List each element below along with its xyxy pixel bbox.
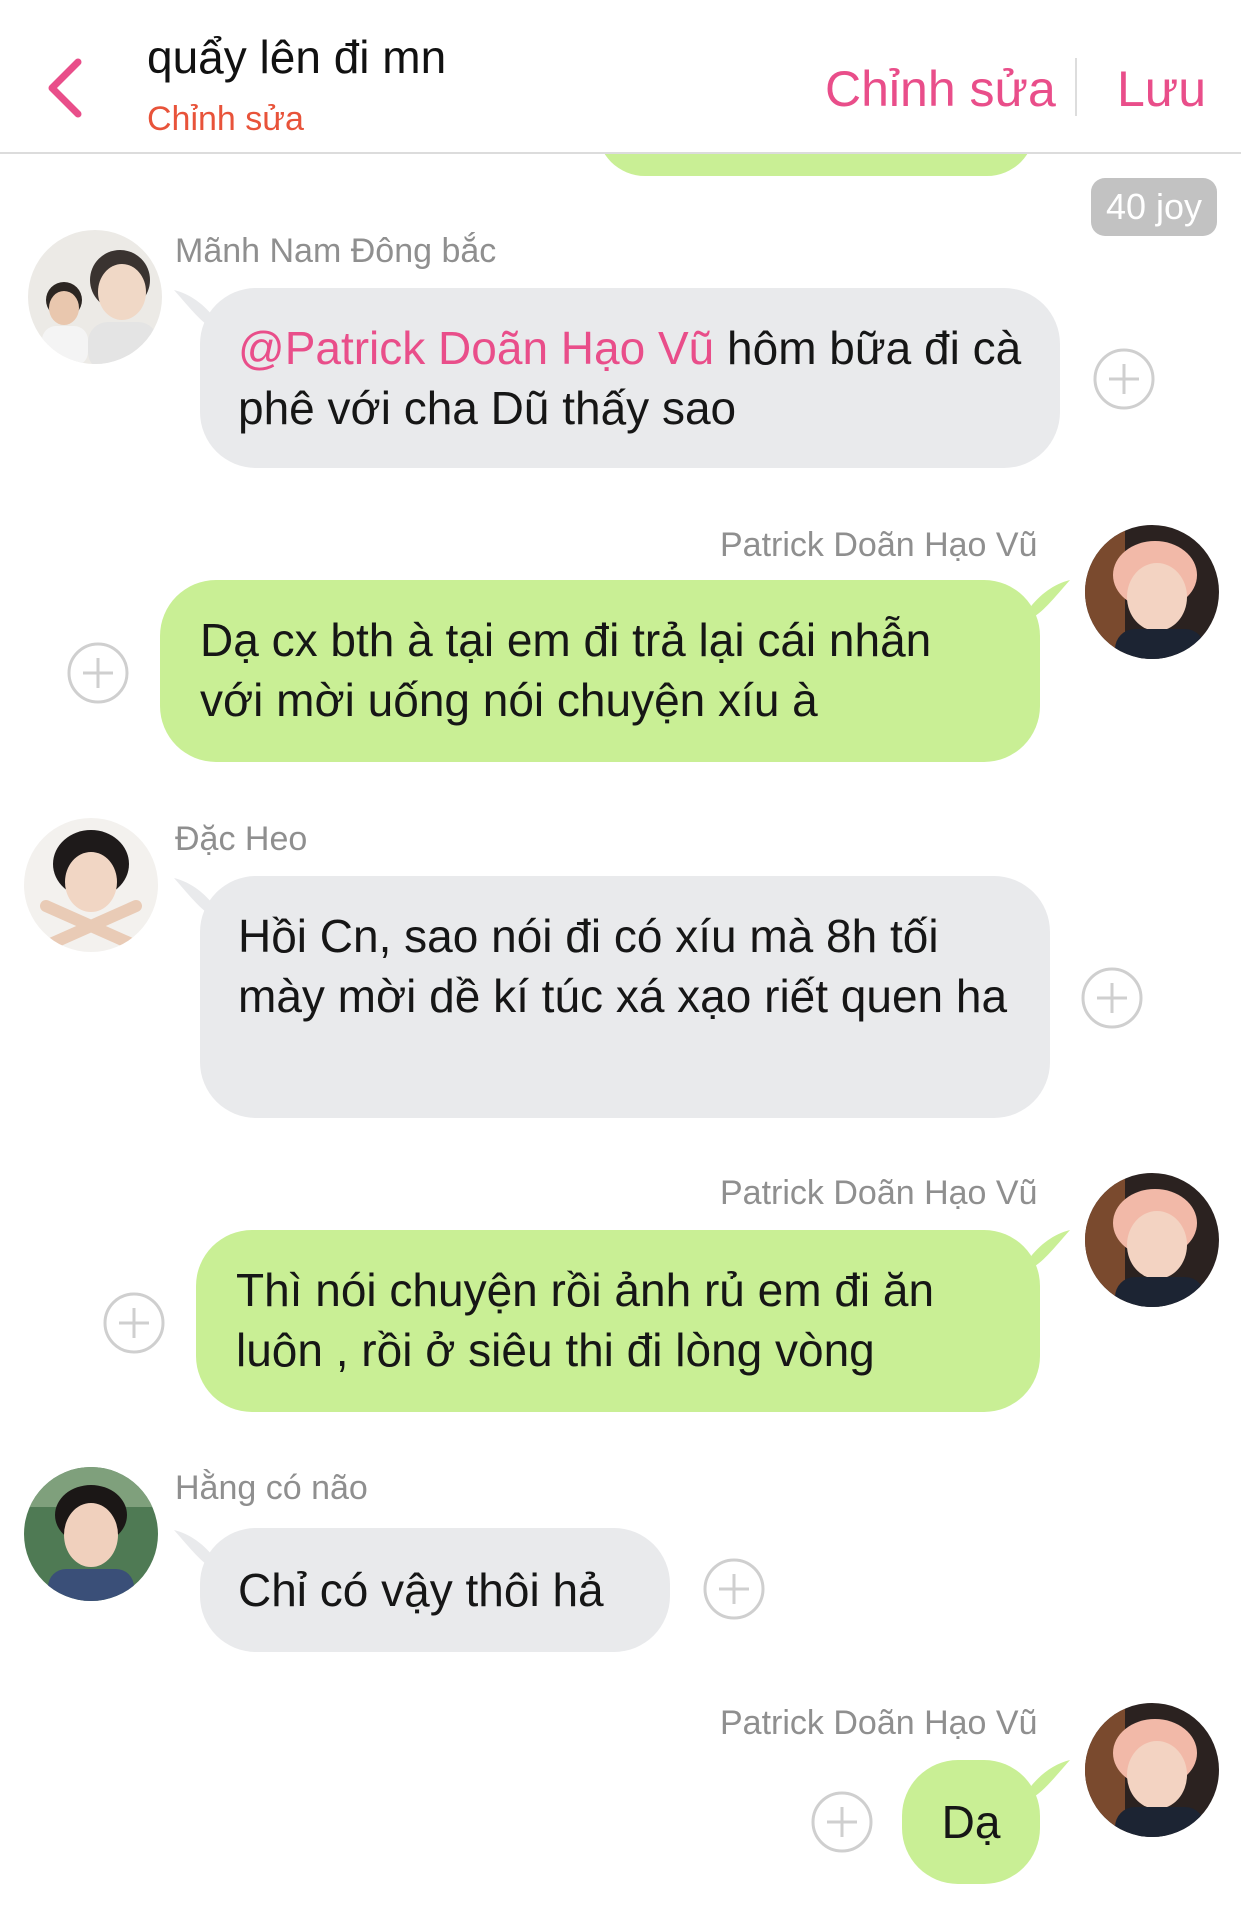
message-text: Dạ	[941, 1796, 1001, 1848]
sender-name: Patrick Doãn Hạo Vũ	[720, 526, 1038, 564]
sender-name: Mãnh Nam Đông bắc	[175, 232, 497, 270]
avatar[interactable]	[1085, 1703, 1219, 1837]
avatar[interactable]	[28, 230, 162, 364]
chat-title: quẩy lên đi mn	[147, 31, 447, 83]
add-reaction-button[interactable]	[810, 1790, 874, 1854]
add-reaction-button[interactable]	[66, 641, 130, 705]
chevron-left-icon	[48, 58, 82, 118]
message-bubble[interactable]: @Patrick Doãn Hạo Vũ hôm bữa đi cà phê v…	[200, 288, 1060, 468]
avatar-photo	[1085, 1703, 1219, 1837]
message-bubble[interactable]: Dạ cx bth à tại em đi trả lại cái nhẫn v…	[160, 580, 1040, 762]
edit-button[interactable]: Chỉnh sửa	[825, 60, 1056, 118]
message-bubble[interactable]: Dạ	[902, 1760, 1040, 1884]
avatar-photo	[24, 818, 158, 952]
save-button[interactable]: Lưu	[1117, 60, 1206, 118]
header-divider	[1075, 58, 1077, 116]
avatar[interactable]	[1085, 1173, 1219, 1307]
message-text: Dạ cx bth à tại em đi trả lại cái nhẫn v…	[200, 614, 932, 726]
add-reaction-button[interactable]	[702, 1557, 766, 1621]
sender-name: Patrick Doãn Hạo Vũ	[720, 1704, 1038, 1742]
avatar-photo	[28, 230, 162, 364]
avatar[interactable]	[24, 1467, 158, 1601]
plus-circle-icon	[811, 1791, 873, 1853]
avatar[interactable]	[1085, 525, 1219, 659]
avatar-photo	[1085, 1173, 1219, 1307]
avatar[interactable]	[24, 818, 158, 952]
mention-link[interactable]: @Patrick Doãn Hạo Vũ	[238, 322, 714, 374]
message-bubble[interactable]: Thì nói chuyện rồi ảnh rủ em đi ăn luôn …	[196, 1230, 1040, 1412]
sender-name: Đặc Heo	[175, 820, 308, 858]
plus-circle-icon	[1081, 967, 1143, 1029]
add-reaction-button[interactable]	[1080, 966, 1144, 1030]
chat-subtitle[interactable]: Chỉnh sửa	[147, 100, 304, 139]
add-reaction-button[interactable]	[1092, 347, 1156, 411]
chat-screen: quẩy lên đi mn Chỉnh sửa Chỉnh sửa Lưu 4…	[0, 0, 1241, 1920]
avatar-photo	[1085, 525, 1219, 659]
header-bar: quẩy lên đi mn Chỉnh sửa Chỉnh sửa Lưu	[0, 0, 1241, 154]
add-reaction-button[interactable]	[102, 1291, 166, 1355]
back-button[interactable]	[40, 52, 90, 124]
avatar-photo	[24, 1467, 158, 1601]
plus-circle-icon	[1093, 348, 1155, 410]
joy-badge: 40 joy	[1091, 178, 1217, 236]
message-bubble[interactable]: Hồi Cn, sao nói đi có xíu mà 8h tối mày …	[200, 876, 1050, 1118]
message-text: Chỉ có vậy thôi hả	[238, 1564, 604, 1616]
plus-circle-icon	[67, 642, 129, 704]
plus-circle-icon	[703, 1558, 765, 1620]
message-bubble[interactable]: Chỉ có vậy thôi hả	[200, 1528, 670, 1652]
sender-name: Patrick Doãn Hạo Vũ	[720, 1174, 1038, 1212]
plus-circle-icon	[103, 1292, 165, 1354]
sender-name: Hằng có não	[175, 1469, 368, 1507]
message-text: Hồi Cn, sao nói đi có xíu mà 8h tối mày …	[238, 910, 1008, 1022]
message-text: Thì nói chuyện rồi ảnh rủ em đi ăn luôn …	[236, 1264, 935, 1376]
